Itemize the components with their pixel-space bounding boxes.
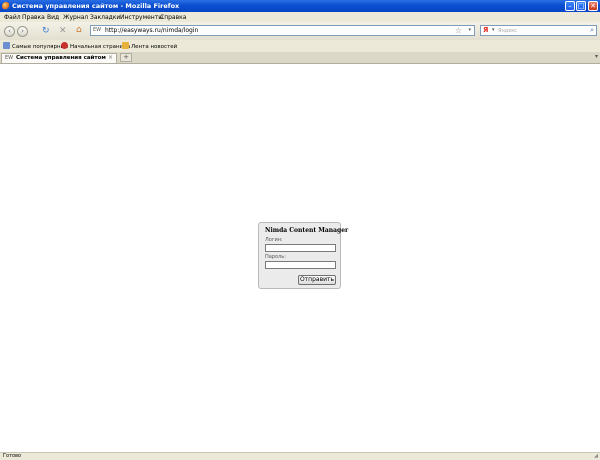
stop-icon[interactable]: ✕ — [59, 26, 67, 36]
bookmark-news-feed[interactable]: Лента новостей — [122, 42, 177, 50]
rss-icon — [122, 42, 129, 49]
url-text[interactable]: http://easyways.ru/nimda/login — [105, 27, 198, 34]
menu-help[interactable]: Справка — [160, 14, 186, 21]
list-all-tabs-icon[interactable]: ▾ — [595, 53, 598, 60]
submit-button[interactable]: Отправить — [298, 275, 336, 285]
bookmark-label: Лента новостей — [131, 44, 178, 50]
site-favicon-icon: EW — [93, 27, 102, 33]
search-icon[interactable]: ⌕ — [590, 26, 594, 35]
most-visited-icon — [3, 42, 10, 49]
menu-tools[interactable]: Инструменты — [120, 14, 163, 21]
resize-grip-icon[interactable]: ◢ — [594, 453, 598, 459]
maximize-button[interactable]: □ — [576, 1, 586, 11]
window-title: Система управления сайтом - Mozilla Fire… — [12, 2, 180, 10]
menu-edit[interactable]: Правка — [22, 14, 45, 21]
new-tab-button[interactable]: + — [120, 53, 132, 62]
search-bar[interactable]: Я ▾ Яндекс ⌕ — [480, 25, 597, 36]
reload-icon[interactable]: ↻ — [42, 26, 50, 36]
minimize-button[interactable]: – — [565, 1, 575, 11]
login-input[interactable] — [265, 244, 336, 252]
chevron-down-icon[interactable]: ▾ — [468, 27, 471, 33]
status-text: Готово — [3, 453, 22, 459]
engine-dropdown-icon[interactable]: ▾ — [492, 27, 495, 33]
tab-active[interactable]: EW Система управления сайтом × — [1, 53, 117, 63]
yandex-icon[interactable]: Я — [483, 26, 488, 34]
menu-bar: Файл Правка Вид Журнал Закладки Инструме… — [0, 12, 600, 22]
close-button[interactable]: ✕ — [588, 1, 598, 11]
login-form: Nimda Content Manager Логин: Пароль: Отп… — [258, 222, 348, 289]
bookmark-label: Самые популярные — [12, 44, 69, 50]
title-bar: Система управления сайтом - Mozilla Fire… — [0, 0, 600, 12]
login-title: Nimda Content Manager — [265, 227, 349, 234]
password-input[interactable] — [265, 261, 336, 269]
firefox-icon — [2, 2, 10, 10]
menu-history[interactable]: Журнал — [63, 14, 88, 21]
bookmark-most-visited[interactable]: Самые популярные — [3, 42, 68, 50]
login-label: Логин: — [265, 237, 283, 243]
search-placeholder[interactable]: Яндекс — [498, 28, 517, 34]
url-bar[interactable]: EW http://easyways.ru/nimda/login ☆ ▾ — [90, 25, 475, 36]
page-content: Nimda Content Manager Логин: Пароль: Отп… — [0, 64, 600, 452]
tab-close-icon[interactable]: × — [108, 54, 113, 61]
password-label: Пароль: — [265, 254, 286, 260]
menu-bookmarks[interactable]: Закладки — [90, 14, 120, 21]
menu-view[interactable]: Вид — [47, 14, 59, 21]
tab-strip: EW Система управления сайтом × + ▾ — [0, 52, 600, 64]
forward-icon[interactable]: › — [17, 26, 28, 37]
back-icon[interactable]: ‹ — [4, 26, 15, 37]
menu-file[interactable]: Файл — [4, 14, 21, 21]
star-icon[interactable]: ☆ — [455, 26, 462, 35]
start-page-icon — [61, 42, 68, 49]
home-icon[interactable]: ⌂ — [76, 25, 82, 35]
tab-title: Система управления сайтом — [16, 55, 106, 61]
tab-favicon-icon: EW — [5, 55, 14, 61]
bookmark-start-page[interactable]: Начальная страница — [61, 42, 130, 50]
